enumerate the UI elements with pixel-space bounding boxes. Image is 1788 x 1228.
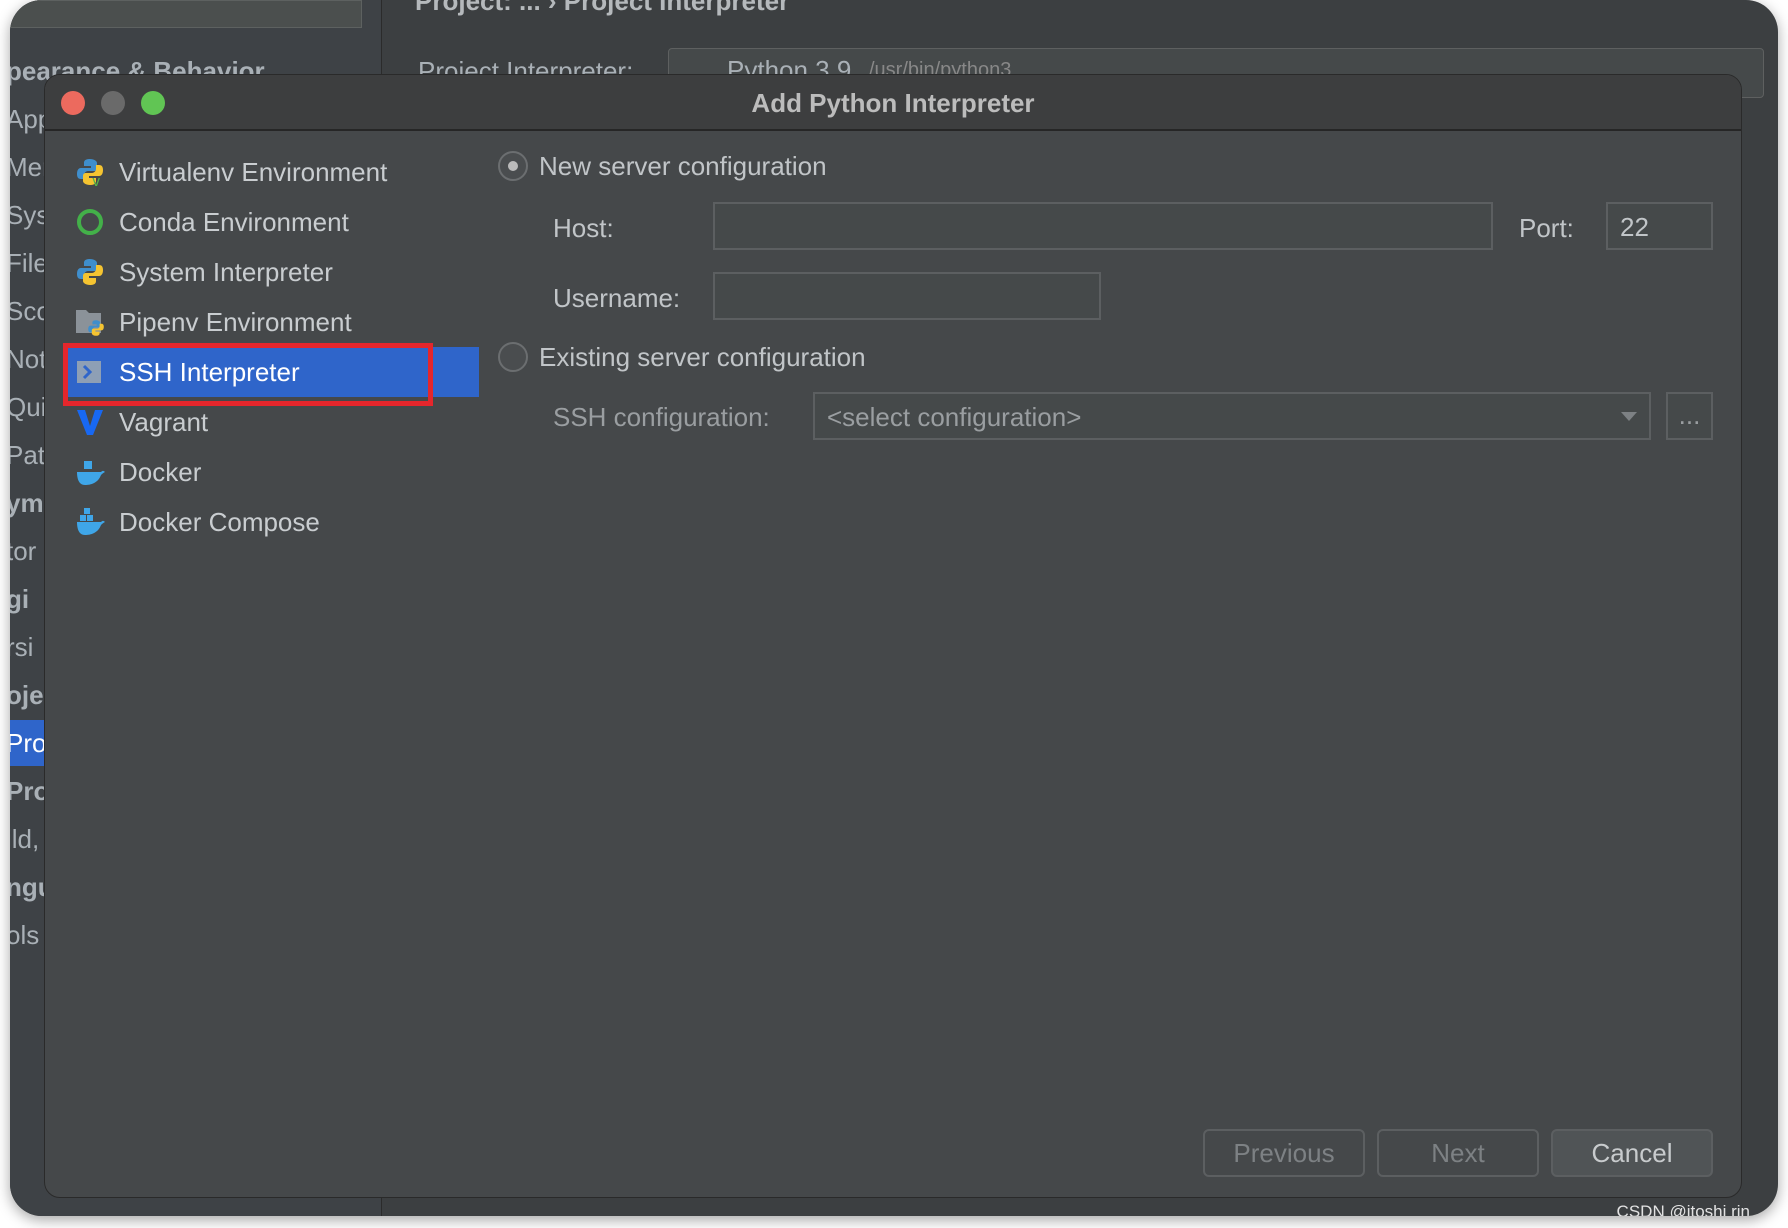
interpreter-type-conda-environment[interactable]: Conda Environment [67,197,479,247]
cancel-button[interactable]: Cancel [1551,1129,1713,1177]
docker-icon [75,457,105,487]
svg-text:v: v [92,174,100,187]
port-label: Port: [1519,213,1574,243]
interpreter-type-pipenv-environment[interactable]: Pipenv Environment [67,297,479,347]
settings-sidebar-item[interactable]: Pat [10,440,45,471]
interpreter-type-label: System Interpreter [119,256,333,287]
interpreter-type-label: Docker Compose [119,506,320,537]
port-input[interactable]: 22 [1606,202,1713,250]
settings-sidebar-item[interactable]: rsi [10,632,33,663]
username-label: Username: [553,283,681,313]
previous-button[interactable]: Previous [1203,1129,1365,1177]
interpreter-type-label: Conda Environment [119,206,349,237]
settings-sidebar-item[interactable]: Qui [10,392,46,423]
interpreter-type-label: Virtualenv Environment [119,156,388,187]
chevron-down-icon [1621,412,1637,421]
new-server-radio[interactable] [498,151,528,181]
settings-sidebar-item[interactable]: File [10,248,48,279]
settings-sidebar-item[interactable]: gi [10,584,29,615]
interpreter-type-label: Pipenv Environment [119,306,352,337]
interpreter-type-label: Vagrant [119,406,209,437]
title-bar: Add Python Interpreter [45,75,1741,131]
python-icon [75,257,105,287]
virtualenv-icon: v [75,157,105,190]
conda-icon [75,207,105,237]
add-python-interpreter-dialog: Add Python Interpreter v Virtualenv Envir… [44,74,1742,1198]
next-button[interactable]: Next [1377,1129,1539,1177]
settings-sidebar-item[interactable]: oje [10,680,44,711]
docker-compose-icon [75,507,105,537]
settings-sidebar-item[interactable]: ols [10,920,39,951]
vagrant-icon [75,407,105,437]
settings-sidebar-item[interactable]: ild, [10,824,39,855]
pipenv-icon [75,307,105,337]
interpreter-type-docker[interactable]: Docker [67,447,479,497]
interpreter-type-virtualenv-environment[interactable]: v Virtualenv Environment [67,147,479,197]
interpreter-type-system-interpreter[interactable]: System Interpreter [67,247,479,297]
new-server-label: New server configuration [539,151,827,181]
interpreter-type-label: Docker [119,456,202,487]
dialog-title: Add Python Interpreter [751,88,1035,118]
existing-server-label: Existing server configuration [539,342,866,372]
settings-sidebar-item[interactable]: Pro [10,728,46,759]
ssh-config-select[interactable]: <select configuration> [813,392,1651,440]
ssh-config-label: SSH configuration: [553,402,770,432]
host-input[interactable] [713,202,1493,250]
existing-server-radio[interactable] [498,342,528,372]
highlight-box [63,343,433,406]
host-label: Host: [553,213,614,243]
breadcrumb: Project: ... › Project Interpreter [415,0,790,16]
browse-button[interactable]: ... [1666,392,1713,440]
settings-sidebar-item[interactable]: tor [10,536,36,567]
settings-sidebar-item[interactable]: ym [10,488,44,519]
interpreter-type-docker-compose[interactable]: Docker Compose [67,497,479,547]
settings-sidebar-item[interactable]: Not [10,344,46,375]
username-input[interactable] [713,272,1101,320]
ssh-config-placeholder: <select configuration> [827,402,1082,432]
settings-search[interactable] [10,0,362,28]
watermark: CSDN @itoshi rin [1616,1202,1750,1216]
